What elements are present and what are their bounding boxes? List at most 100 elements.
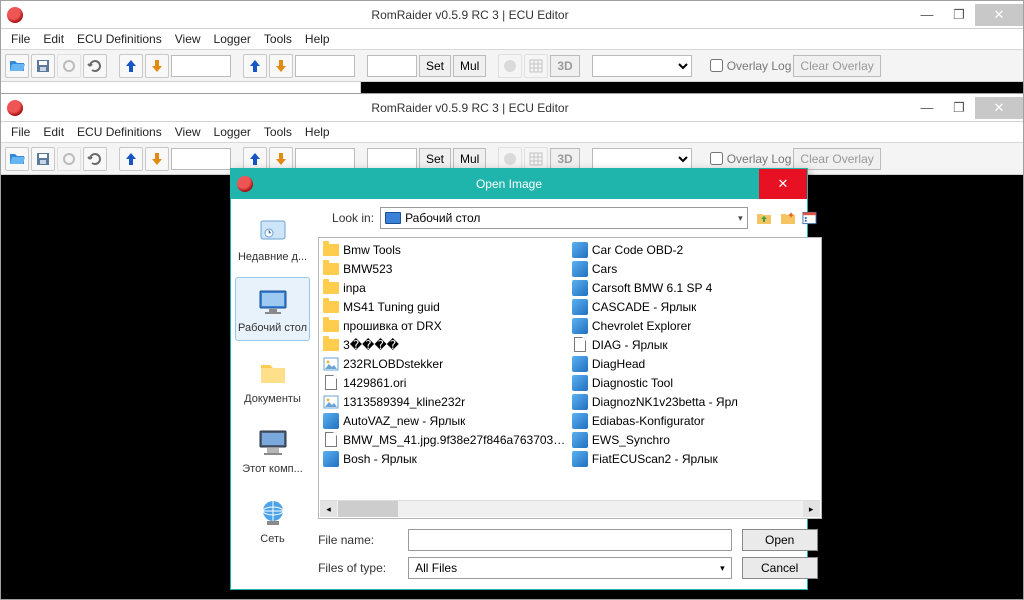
sidebar-item-desktop[interactable]: Рабочий стол [235, 277, 310, 341]
threed-button[interactable]: 3D [550, 55, 579, 77]
list-item[interactable]: Diagnostic Tool [570, 373, 819, 392]
threed-button[interactable]: 3D [550, 148, 579, 170]
menu-help[interactable]: Help [299, 30, 336, 48]
arrow-down-orange-icon[interactable] [145, 54, 169, 78]
scroll-thumb[interactable] [338, 501, 398, 517]
list-item[interactable]: 232RLOBDstekker [321, 354, 570, 373]
list-item[interactable]: прошивка от DRX [321, 316, 570, 335]
open-icon[interactable] [5, 147, 29, 171]
list-item[interactable]: DiagHead [570, 354, 819, 373]
arrow-up-blue-icon-2[interactable] [243, 54, 267, 78]
clear-overlay-button[interactable]: Clear Overlay [793, 148, 880, 170]
list-item[interactable]: Ediabas-Konfigurator [570, 411, 819, 430]
arrow-down-orange-icon-2[interactable] [269, 54, 293, 78]
sidebar-item-recent[interactable]: Недавние д... [235, 207, 310, 269]
list-item[interactable]: Bosh - Ярлык [321, 449, 570, 468]
clear-overlay-button[interactable]: Clear Overlay [793, 55, 880, 77]
list-item[interactable]: MS41 Tuning guid [321, 297, 570, 316]
minimize-button[interactable]: — [911, 97, 943, 119]
arrow-down-orange-icon[interactable] [145, 147, 169, 171]
grid-icon[interactable] [524, 147, 548, 171]
horizontal-scrollbar[interactable]: ◂ ▸ [320, 500, 820, 517]
menu-tools[interactable]: Tools [258, 30, 298, 48]
list-item[interactable]: Car Code OBD-2 [570, 240, 819, 259]
menu-edit[interactable]: Edit [37, 30, 70, 48]
palette-icon[interactable] [498, 147, 522, 171]
list-item[interactable]: AutoVAZ_new - Ярлык [321, 411, 570, 430]
set-button[interactable]: Set [419, 55, 451, 77]
list-item[interactable]: BMW523 [321, 259, 570, 278]
mul-button[interactable]: Mul [453, 148, 486, 170]
list-item[interactable]: 3���� [321, 335, 570, 354]
list-item[interactable]: Bmw Tools [321, 240, 570, 259]
cancel-button[interactable]: Cancel [742, 557, 818, 579]
mul-button[interactable]: Mul [453, 55, 486, 77]
menu-ecu-definitions[interactable]: ECU Definitions [71, 123, 168, 141]
toolbar-input-3[interactable] [367, 148, 417, 170]
open-icon[interactable] [5, 54, 29, 78]
toolbar-input-2[interactable] [295, 55, 355, 77]
toolbar-select[interactable] [592, 148, 692, 170]
list-item[interactable]: inpa [321, 278, 570, 297]
lookin-select[interactable]: Рабочий стол ▾ [380, 207, 748, 229]
toolbar-select[interactable] [592, 55, 692, 77]
list-item[interactable]: Cars [570, 259, 819, 278]
grid-icon[interactable] [524, 54, 548, 78]
list-item[interactable]: DiagnozNK1v23betta - Ярл [570, 392, 819, 411]
scroll-track[interactable] [398, 501, 803, 517]
save-icon[interactable] [31, 147, 55, 171]
arrow-up-blue-icon-2[interactable] [243, 147, 267, 171]
file-list[interactable]: Bmw ToolsBMW523inpaMS41 Tuning guidпроши… [318, 237, 822, 519]
arrow-up-blue-icon[interactable] [119, 54, 143, 78]
list-item[interactable]: EWS_Synchro [570, 430, 819, 449]
menu-logger[interactable]: Logger [208, 30, 257, 48]
menu-logger[interactable]: Logger [208, 123, 257, 141]
overlay-log-checkbox[interactable]: Overlay Log [710, 152, 792, 166]
dialog-close-button[interactable]: ✕ [759, 169, 807, 199]
menu-file[interactable]: File [5, 30, 36, 48]
filetype-select[interactable]: All Files ▾ [408, 557, 732, 579]
list-item[interactable]: CASCADE - Ярлык [570, 297, 819, 316]
menu-view[interactable]: View [169, 30, 207, 48]
overlay-log-checkbox[interactable]: Overlay Log [710, 59, 792, 73]
arrow-up-blue-icon[interactable] [119, 147, 143, 171]
list-item[interactable]: FiatECUScan2 - Ярлык [570, 449, 819, 468]
list-item[interactable]: Chevrolet Explorer [570, 316, 819, 335]
view-mode-icon[interactable]: ▾ [802, 208, 822, 228]
menu-file[interactable]: File [5, 123, 36, 141]
menu-edit[interactable]: Edit [37, 123, 70, 141]
circle-icon[interactable] [57, 147, 81, 171]
menu-tools[interactable]: Tools [258, 123, 298, 141]
list-item[interactable]: 1313589394_kline232r [321, 392, 570, 411]
refresh-icon[interactable] [83, 147, 107, 171]
toolbar-input-3[interactable] [367, 55, 417, 77]
set-button[interactable]: Set [419, 148, 451, 170]
maximize-button[interactable]: ❐ [943, 97, 975, 119]
toolbar-input-1[interactable] [171, 55, 231, 77]
up-folder-icon[interactable] [754, 208, 774, 228]
scroll-left-icon[interactable]: ◂ [320, 501, 337, 517]
list-item[interactable]: BMW_MS_41.jpg.9f38e27f846a7637034d43e024… [321, 430, 570, 449]
scroll-right-icon[interactable]: ▸ [803, 501, 820, 517]
sidebar-item-documents[interactable]: Документы [235, 349, 310, 411]
toolbar-input-1[interactable] [171, 148, 231, 170]
close-button[interactable]: ✕ [975, 4, 1023, 26]
maximize-button[interactable]: ❐ [943, 4, 975, 26]
minimize-button[interactable]: — [911, 4, 943, 26]
list-item[interactable]: DIAG - Ярлык [570, 335, 819, 354]
save-icon[interactable] [31, 54, 55, 78]
circle-icon[interactable] [57, 54, 81, 78]
menu-ecu-definitions[interactable]: ECU Definitions [71, 30, 168, 48]
sidebar-item-network[interactable]: Сеть [235, 489, 310, 551]
filename-input[interactable] [408, 529, 732, 551]
arrow-down-orange-icon-2[interactable] [269, 147, 293, 171]
list-item[interactable]: Carsoft BMW 6.1 SP 4 [570, 278, 819, 297]
menu-view[interactable]: View [169, 123, 207, 141]
palette-icon[interactable] [498, 54, 522, 78]
list-item[interactable]: 1429861.ori [321, 373, 570, 392]
close-button[interactable]: ✕ [975, 97, 1023, 119]
new-folder-icon[interactable] [778, 208, 798, 228]
open-button[interactable]: Open [742, 529, 818, 551]
menu-help[interactable]: Help [299, 123, 336, 141]
refresh-icon[interactable] [83, 54, 107, 78]
